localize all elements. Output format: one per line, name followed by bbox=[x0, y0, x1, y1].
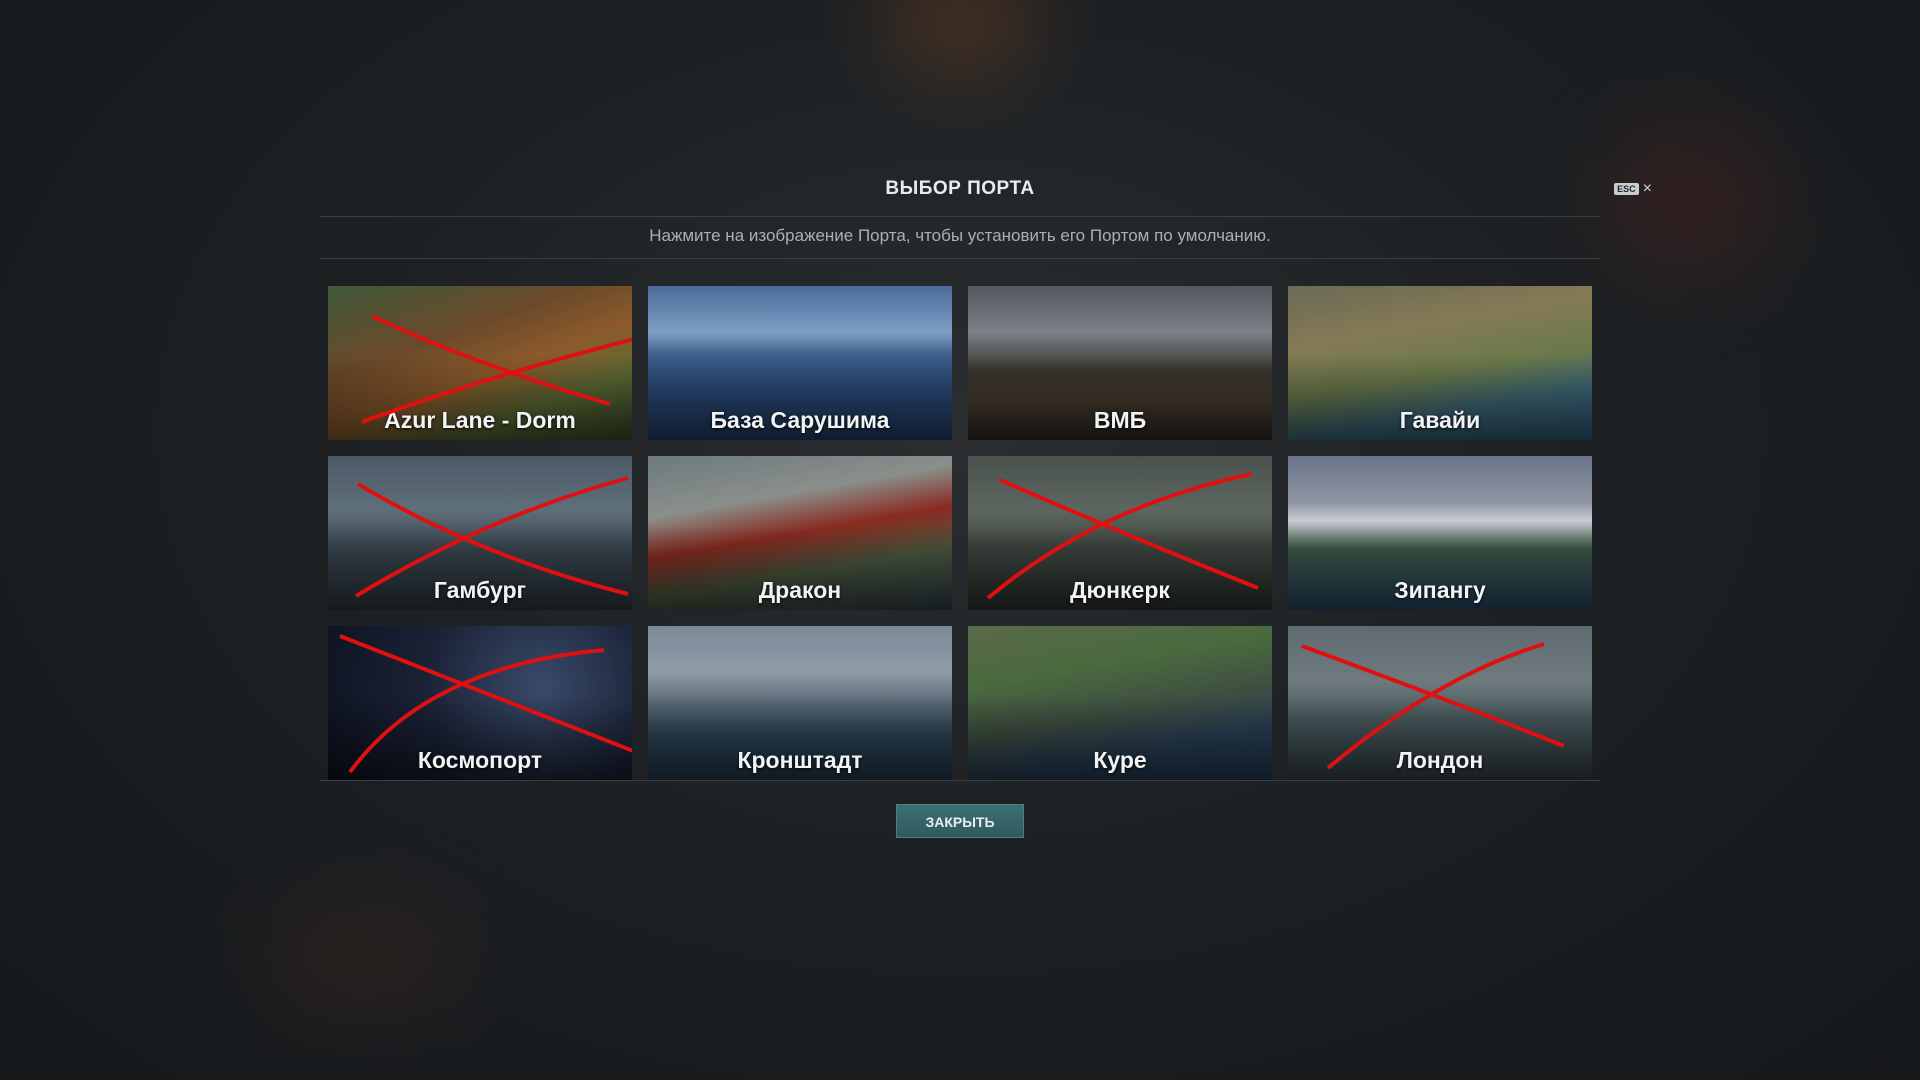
port-tile-vmb[interactable]: ВМБ bbox=[968, 286, 1272, 440]
cross-out-mark bbox=[1301, 642, 1565, 770]
port-tile-london[interactable]: Лондон bbox=[1288, 626, 1592, 780]
cross-out-mark bbox=[354, 476, 629, 598]
port-tile-baza-sarushima[interactable]: База Сарушима bbox=[648, 286, 952, 440]
close-icon: × bbox=[1642, 180, 1652, 197]
port-tile-drakon[interactable]: Дракон bbox=[648, 456, 952, 610]
cross-out-mark bbox=[339, 634, 632, 774]
esc-key-badge: ESC bbox=[1614, 183, 1639, 195]
port-name: Зипангу bbox=[1394, 577, 1486, 603]
footer-divider bbox=[320, 780, 1600, 781]
close-button[interactable]: ЗАКРЫТЬ bbox=[896, 804, 1024, 838]
dialog-instructions: Нажмите на изображение Порта, чтобы уста… bbox=[649, 226, 1271, 245]
close-dialog-button[interactable]: ESC × bbox=[1614, 180, 1652, 197]
port-tile-kosmoport[interactable]: Космопорт bbox=[328, 626, 632, 780]
background-glow bbox=[1600, 120, 1780, 280]
port-tile-zipangu[interactable]: Зипангу bbox=[1288, 456, 1592, 610]
port-tile-kure[interactable]: Куре bbox=[968, 626, 1272, 780]
port-tile-dunkerk[interactable]: Дюнкерк bbox=[968, 456, 1272, 610]
port-name: Кронштадт bbox=[737, 747, 863, 773]
port-grid: Azur Lane - Dorm База Сарушима ВМБ Гавай… bbox=[328, 286, 1592, 780]
header-divider bbox=[320, 216, 1600, 217]
port-selection-dialog: ВЫБОР ПОРТА ESC × Нажмите на изображение… bbox=[320, 160, 1652, 840]
port-name: База Сарушима bbox=[710, 407, 890, 433]
port-tile-gavaii[interactable]: Гавайи bbox=[1288, 286, 1592, 440]
port-name: ВМБ bbox=[1093, 407, 1147, 433]
port-tile-kronshtadt[interactable]: Кронштадт bbox=[648, 626, 952, 780]
port-name: Дракон bbox=[758, 577, 842, 603]
port-name: Гавайи bbox=[1399, 407, 1481, 433]
subtitle-divider bbox=[320, 258, 1600, 259]
background-glow bbox=[260, 900, 460, 1020]
port-tile-hamburg[interactable]: Гамбург bbox=[328, 456, 632, 610]
cross-out-mark bbox=[361, 314, 632, 424]
dialog-title: ВЫБОР ПОРТА bbox=[885, 178, 1035, 199]
background-glow bbox=[880, 0, 1040, 80]
cross-out-mark bbox=[986, 472, 1259, 600]
port-name: Куре bbox=[1093, 747, 1147, 773]
port-tile-azur-lane-dorm[interactable]: Azur Lane - Dorm bbox=[328, 286, 632, 440]
